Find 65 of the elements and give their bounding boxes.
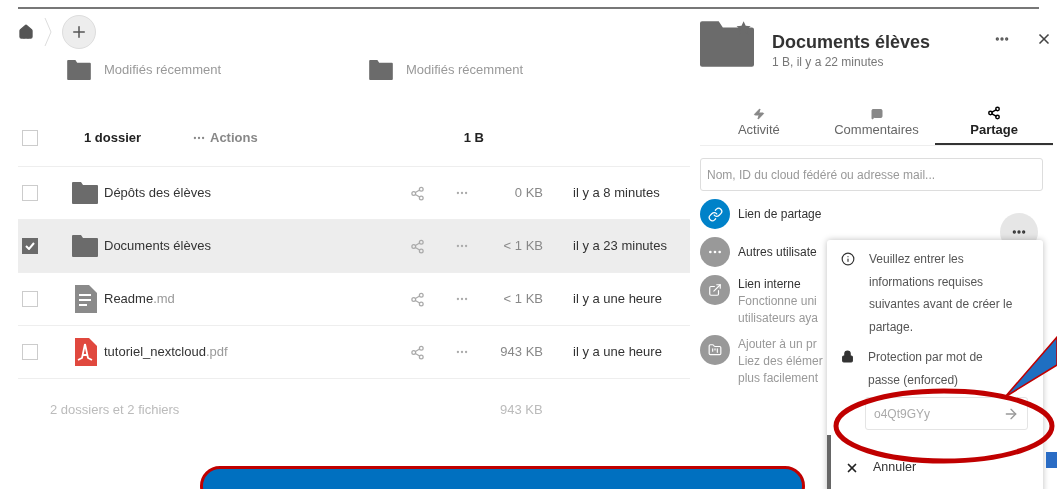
link-icon — [700, 199, 730, 229]
lightning-icon — [752, 107, 765, 120]
share-icon[interactable] — [410, 344, 425, 360]
share-icon[interactable] — [410, 291, 425, 307]
total-size: 1 B — [463, 128, 484, 147]
share-option-description: Ajouter à un pr — [738, 336, 818, 353]
callout-marker — [1046, 452, 1057, 468]
share-option-label[interactable]: Autres utilisate — [738, 238, 817, 266]
folder-icon — [368, 60, 394, 80]
callout-pointer — [1004, 336, 1057, 398]
share-option-description: Fonctionne uni — [738, 293, 818, 310]
folder-icon — [72, 235, 98, 257]
cancel-button[interactable]: Annuler — [827, 435, 1043, 489]
folder-icon — [66, 60, 92, 80]
checkmark-icon — [25, 242, 35, 250]
share-option-description: plus facilement — [738, 370, 820, 387]
share-icon — [987, 105, 1002, 120]
file-name[interactable]: Readme.md — [104, 289, 404, 309]
file-size: < 1 KB — [502, 290, 543, 309]
file-size: 943 KB — [499, 343, 543, 362]
share-option-description: Liez des élémer — [738, 353, 823, 370]
share-option-description: utilisateurs aya — [738, 310, 819, 327]
share-icon[interactable] — [410, 238, 425, 254]
file-modified: il y a une heure — [573, 290, 662, 309]
file-name[interactable]: Documents élèves — [104, 236, 404, 256]
file-size: < 1 KB — [502, 237, 543, 256]
summary-size: 943 KB — [500, 401, 543, 420]
summary-label: 2 dossiers et 2 fichiers — [50, 401, 181, 420]
file-name[interactable]: Dépôts des élèves — [104, 183, 404, 203]
share-option-label[interactable]: Lien de partage — [738, 200, 822, 228]
share-option-label[interactable]: Lien interne — [738, 276, 819, 293]
password-label: Protection par mot de passe (enforced) — [868, 349, 984, 389]
file-row[interactable]: Documents élèves < 1 KB il y a 23 minutes — [18, 220, 690, 273]
info-text: Veuillez entrer les informations requises suivantes avant de créer le partage. — [869, 251, 1014, 336]
tab[interactable]: Partage — [935, 101, 1053, 145]
add-button[interactable] — [62, 15, 96, 49]
plus-icon — [70, 23, 88, 41]
sidebar-title: Documents élèves — [772, 31, 931, 53]
project-icon — [700, 335, 730, 365]
tab[interactable]: Commentaires — [817, 101, 936, 145]
search-field[interactable]: Nom, ID du cloud fédéré ou adresse mail... — [700, 158, 1043, 191]
comment-icon — [870, 107, 883, 120]
sidebar-subtitle: 1 B, il y a 22 minutes — [772, 54, 885, 71]
tab[interactable]: Activité — [700, 101, 818, 145]
recent-subtitle: Modifiés récemment — [104, 61, 222, 80]
pdf-file-icon — [73, 338, 97, 366]
share-icon[interactable] — [410, 185, 425, 201]
file-modified: il y a 8 minutes — [573, 184, 660, 203]
chevron-icon — [44, 17, 52, 47]
info-icon — [841, 252, 855, 266]
selection-count: 1 dossier — [84, 128, 143, 147]
actions-button[interactable]: Actions — [192, 127, 258, 148]
recent-subtitle: Modifiés récemment — [406, 61, 524, 80]
file-modified: il y a une heure — [573, 343, 662, 362]
file-name[interactable]: tutoriel_nextcloud.pdf — [104, 342, 404, 362]
file-modified: il y a 23 minutes — [573, 237, 667, 256]
more-icon — [700, 237, 730, 267]
folder-icon — [72, 182, 98, 204]
checkbox[interactable] — [22, 238, 38, 254]
text-file-icon — [73, 285, 97, 313]
external-link-icon — [700, 275, 730, 305]
home-icon[interactable] — [18, 24, 34, 40]
folder-star-icon — [700, 19, 754, 69]
file-size: 0 KB — [513, 184, 543, 203]
lock-icon — [841, 350, 854, 363]
